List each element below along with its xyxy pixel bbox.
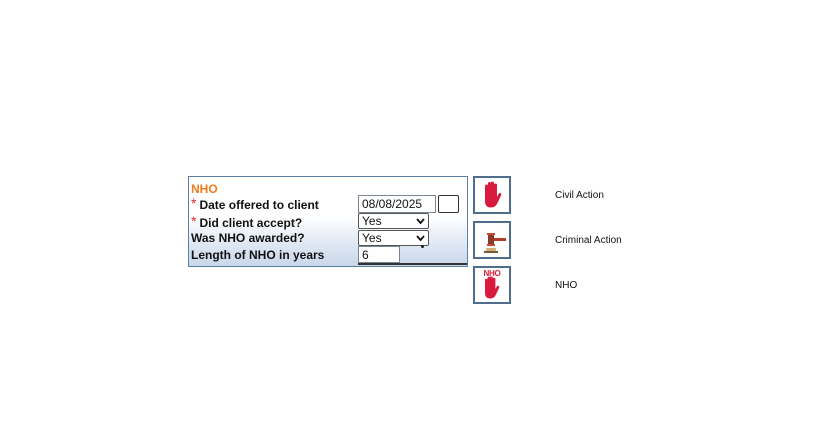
required-marker: *: [191, 195, 197, 211]
length-years-input[interactable]: 6: [358, 246, 400, 263]
client-accept-value: Yes: [362, 214, 382, 228]
red-hand-icon: [485, 181, 502, 208]
nho-form-panel: NHO * Date offered to client 08/08/2025 *…: [188, 176, 468, 267]
civil-action-label: Civil Action: [555, 190, 604, 201]
client-accept-row: * Did client accept?: [191, 213, 303, 230]
calendar-picker-button[interactable]: [438, 195, 459, 213]
nho-button[interactable]: NHO: [473, 266, 511, 304]
civil-action-button[interactable]: [473, 176, 511, 214]
nho-section-title: NHO: [191, 182, 218, 196]
nho-awarded-row: Was NHO awarded?: [191, 231, 305, 245]
gavel-icon: [484, 233, 506, 253]
nho-awarded-value: Yes: [362, 231, 382, 245]
client-accept-select[interactable]: Yes: [358, 213, 429, 229]
nho-hand-icon: [485, 276, 500, 299]
criminal-action-button[interactable]: [473, 221, 511, 259]
panel-divider: [358, 263, 467, 265]
nho-awarded-select[interactable]: Yes: [358, 230, 429, 246]
nho-label: NHO: [555, 280, 578, 291]
client-accept-label: Did client accept?: [199, 216, 303, 230]
date-offered-label: Date offered to client: [199, 198, 319, 212]
nho-awarded-label: Was NHO awarded?: [191, 231, 305, 245]
length-label: Length of NHO in years: [191, 248, 325, 262]
required-marker: *: [191, 213, 197, 229]
date-offered-input[interactable]: 08/08/2025: [358, 195, 436, 213]
criminal-action-label: Criminal Action: [555, 235, 622, 246]
length-row: Length of NHO in years: [191, 248, 324, 262]
decorative-dot: [421, 245, 424, 248]
date-offered-row: * Date offered to client: [191, 195, 319, 212]
